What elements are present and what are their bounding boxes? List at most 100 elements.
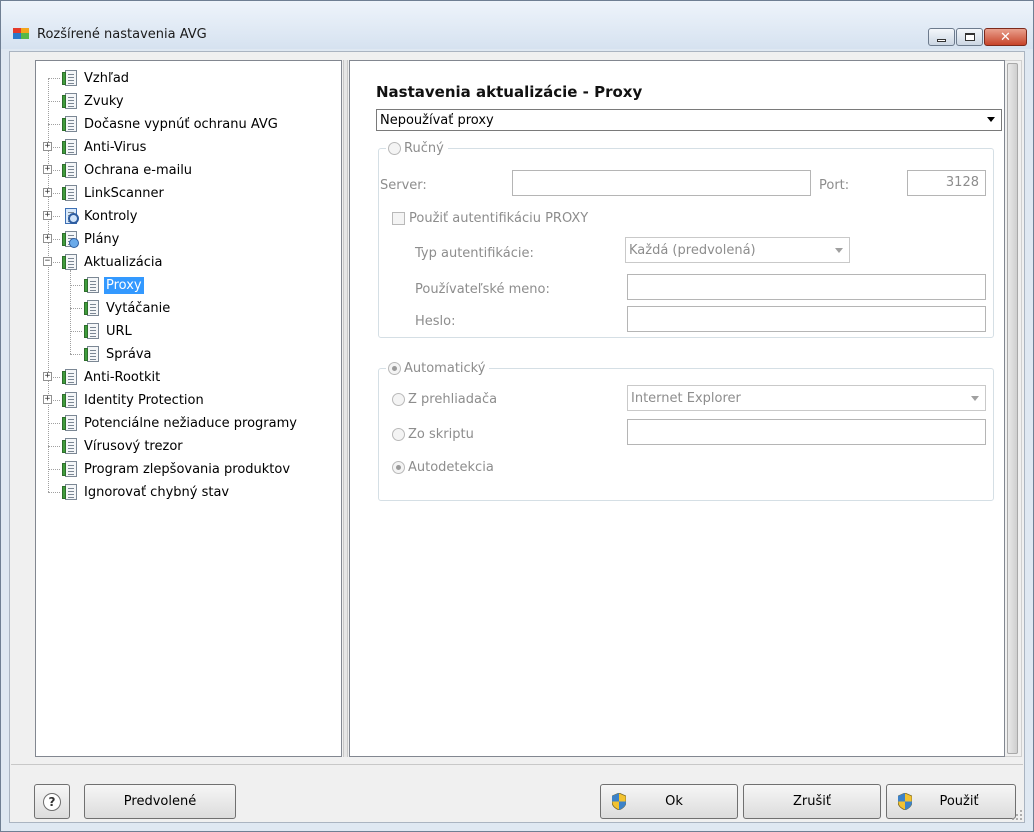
- tree-item[interactable]: Program zlepšovania produktov: [62, 458, 292, 480]
- icon-part: [65, 369, 77, 385]
- tree-item[interactable]: Vytáčanie: [84, 297, 172, 319]
- use-auth-checkbox[interactable]: Použiť autentifikáciu PROXY: [392, 209, 588, 227]
- help-button[interactable]: ?: [34, 784, 70, 819]
- browser-select[interactable]: Internet Explorer: [627, 385, 986, 411]
- autodetect-radio-icon: [392, 460, 405, 474]
- maximize-button[interactable]: [956, 28, 983, 46]
- icon-part: [62, 72, 66, 85]
- settings-page-icon: [62, 139, 78, 155]
- settings-page-icon: [84, 277, 100, 293]
- tree-connector: [48, 124, 60, 125]
- tree-item[interactable]: Vzhľad: [62, 67, 131, 89]
- tree-item-label: URL: [106, 323, 132, 339]
- expand-icon[interactable]: +: [43, 372, 52, 381]
- from-script-radio[interactable]: Zo skriptu: [392, 425, 474, 443]
- tree-item-label: Anti-Virus: [84, 139, 147, 155]
- manual-radio[interactable]: Ručný: [386, 139, 448, 157]
- collapse-icon[interactable]: −: [43, 257, 52, 266]
- scrollbar-thumb[interactable]: [1007, 63, 1018, 754]
- resize-grip-icon[interactable]: [1011, 809, 1023, 821]
- chevron-down-icon: [987, 117, 995, 122]
- password-input[interactable]: [627, 306, 986, 332]
- minimize-button[interactable]: [928, 28, 955, 46]
- tree-item[interactable]: Anti-Virus: [62, 136, 148, 158]
- tree-item[interactable]: Proxy: [84, 274, 144, 296]
- icon-part: [62, 233, 66, 246]
- tree-connector: [70, 308, 82, 309]
- expand-icon[interactable]: +: [43, 211, 52, 220]
- expand-icon[interactable]: +: [43, 395, 52, 404]
- title-bar[interactable]: Rozšírené nastavenia AVG ✕: [1, 1, 1033, 49]
- tree-item[interactable]: Aktualizácia: [62, 251, 164, 273]
- icon-part: [87, 300, 99, 316]
- cancel-button[interactable]: Zrušiť: [743, 784, 881, 819]
- icon-part: [62, 118, 66, 131]
- tree-connector: [70, 285, 82, 286]
- tree-connector: [48, 446, 60, 447]
- ok-button[interactable]: Ok: [600, 784, 738, 819]
- expand-icon[interactable]: +: [43, 234, 52, 243]
- tree-item[interactable]: Potenciálne nežiaduce programy: [62, 412, 299, 434]
- tree-item[interactable]: Správa: [84, 343, 153, 365]
- expand-icon[interactable]: +: [43, 188, 52, 197]
- tree-item-label: Ochrana e-mailu: [84, 162, 193, 178]
- settings-window: Rozšírené nastavenia AVG ✕ Vzhľad Zvuky Do…: [0, 0, 1034, 832]
- port-input[interactable]: 3128: [907, 170, 986, 196]
- defaults-button[interactable]: Predvolené: [84, 784, 236, 819]
- tree-item[interactable]: Ignorovať chybný stav: [62, 481, 231, 503]
- tree-item[interactable]: Plány: [62, 228, 121, 250]
- avg-logo-icon: [13, 28, 31, 40]
- icon-part: [62, 417, 66, 430]
- tree-item[interactable]: Identity Protection: [62, 389, 206, 411]
- tree-item[interactable]: Ochrana e-mailu: [62, 159, 194, 181]
- server-input[interactable]: [512, 170, 811, 196]
- icon-part: [65, 392, 77, 408]
- tree-item[interactable]: Anti-Rootkit: [62, 366, 162, 388]
- username-input[interactable]: [627, 274, 986, 300]
- vertical-scrollbar[interactable]: [1005, 60, 1022, 757]
- use-auth-label: Použiť autentifikáciu PROXY: [409, 210, 589, 226]
- tree-item[interactable]: Kontroly: [62, 205, 140, 227]
- icon-part: [62, 371, 66, 384]
- script-input[interactable]: [627, 419, 986, 445]
- settings-page-icon: [62, 484, 78, 500]
- automatic-radio[interactable]: Automatický: [386, 359, 490, 377]
- tree-item-label: Proxy: [104, 276, 144, 294]
- settings-page-icon: [84, 300, 100, 316]
- tree-item-label: Vytáčanie: [106, 300, 171, 316]
- manual-radio-icon: [388, 141, 401, 155]
- tree-item[interactable]: URL: [84, 320, 134, 342]
- icon-part: [62, 486, 66, 499]
- close-button[interactable]: ✕: [984, 28, 1027, 46]
- auth-type-select[interactable]: Každá (predvolená): [625, 237, 850, 263]
- icon-part: [62, 164, 66, 177]
- tree-item[interactable]: Vírusový trezor: [62, 435, 185, 457]
- icon-part: [62, 141, 66, 154]
- settings-page-icon: [62, 254, 78, 270]
- expand-icon[interactable]: +: [43, 142, 52, 151]
- icon-part: [62, 394, 66, 407]
- autodetect-radio[interactable]: Autodetekcia: [392, 458, 494, 476]
- proxy-mode-select[interactable]: Nepoužívať proxy: [376, 109, 1002, 131]
- tree-item[interactable]: LinkScanner: [62, 182, 166, 204]
- icon-part: [65, 254, 77, 270]
- proxy-mode-value: Nepoužívať proxy: [380, 112, 494, 128]
- close-icon: ✕: [1000, 29, 1011, 45]
- from-browser-radio[interactable]: Z prehliadača: [392, 390, 497, 408]
- tree-item[interactable]: Zvuky: [62, 90, 126, 112]
- footer-separator: [11, 764, 1023, 765]
- settings-page-icon: [62, 369, 78, 385]
- maximize-icon: [964, 33, 975, 41]
- tree-connector: [48, 78, 60, 79]
- icon-part: [62, 440, 66, 453]
- expand-icon[interactable]: +: [43, 165, 52, 174]
- tree-item[interactable]: Dočasne vypnúť ochranu AVG: [62, 113, 280, 135]
- manual-label: Ručný: [404, 140, 444, 156]
- settings-tree[interactable]: Vzhľad Zvuky Dočasne vypnúť ochranu AVG + An…: [35, 60, 342, 757]
- chevron-down-icon: [835, 248, 843, 253]
- apply-button[interactable]: Použiť: [886, 784, 1016, 819]
- settings-page-icon: [84, 323, 100, 339]
- settings-page-icon: [62, 415, 78, 431]
- panel-splitter[interactable]: [343, 60, 348, 757]
- icon-part: [65, 231, 77, 247]
